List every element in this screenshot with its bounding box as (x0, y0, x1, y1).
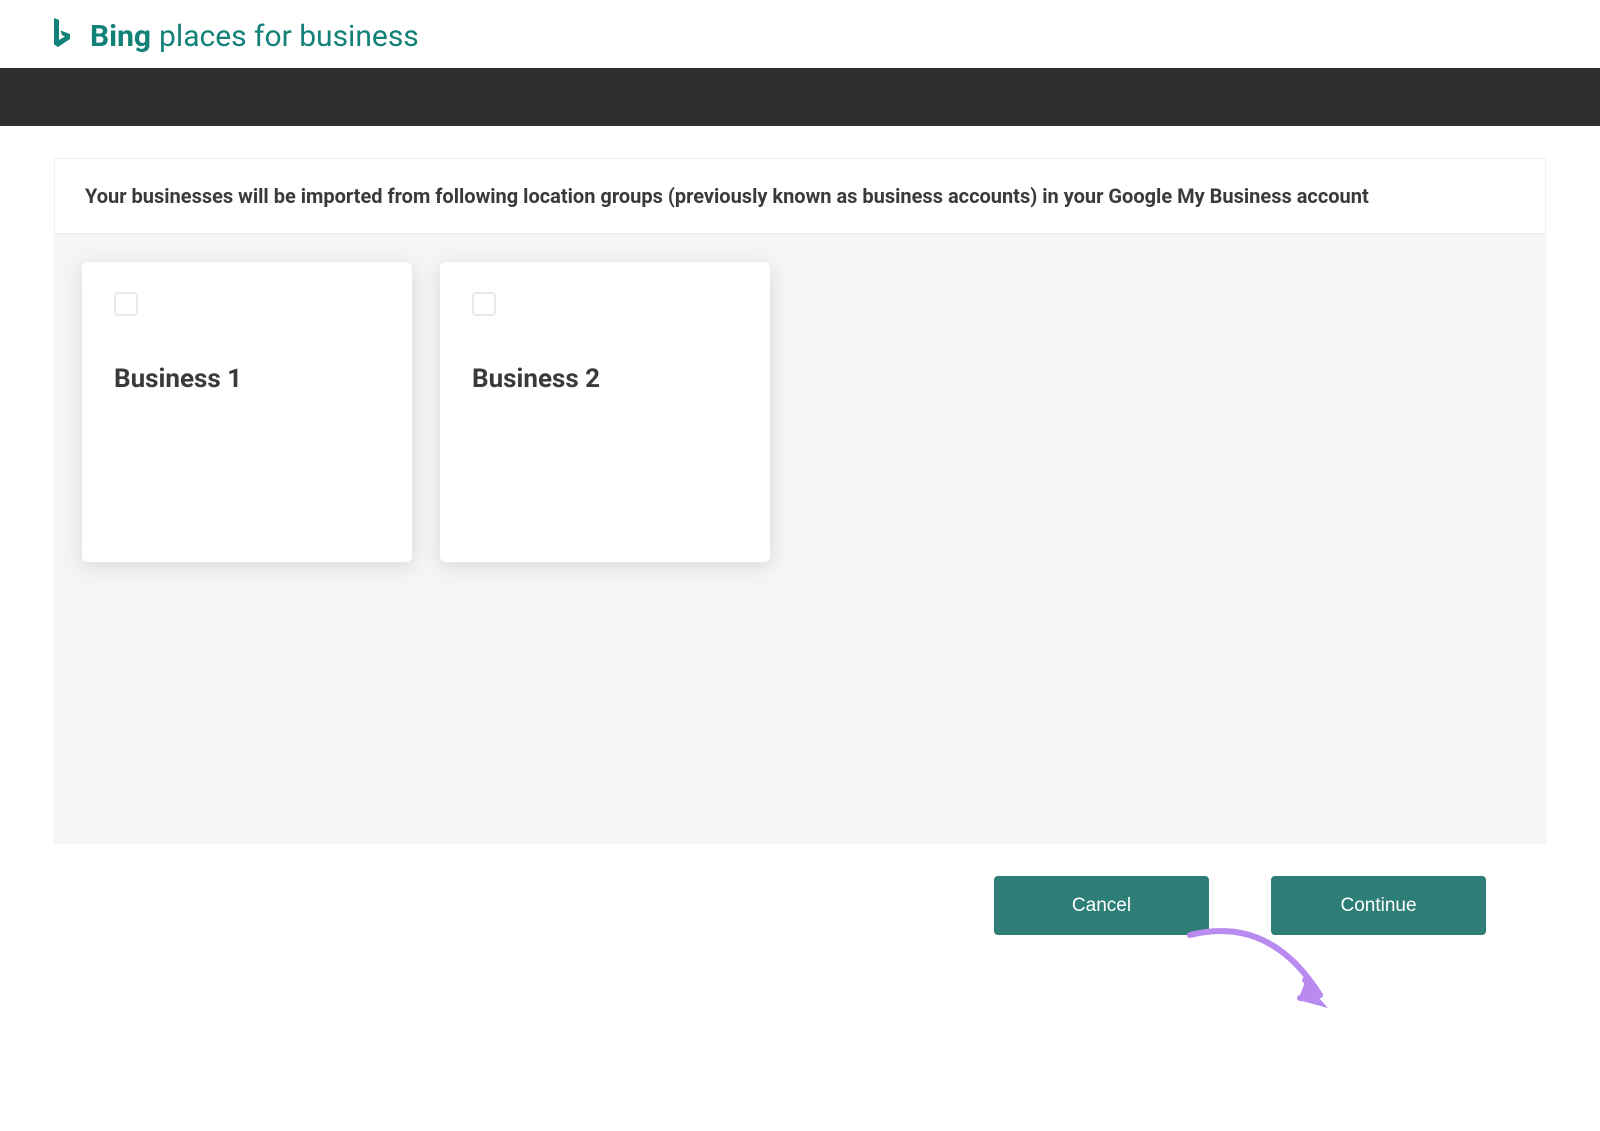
continue-button[interactable]: Continue (1271, 876, 1486, 935)
cancel-button-label: Cancel (1072, 895, 1131, 917)
instruction-text: Your businesses will be imported from fo… (85, 181, 1515, 211)
content-area: Your businesses will be imported from fo… (54, 158, 1546, 967)
footer-bar: Cancel Continue (54, 844, 1546, 967)
business-card-1[interactable]: Business 1 (82, 262, 412, 562)
card-title: Business 1 (114, 364, 380, 394)
brand-name: Bing (90, 19, 151, 54)
main-container: Your businesses will be imported from fo… (0, 126, 1600, 967)
header: Bing places for business (0, 0, 1600, 68)
cards-container: Business 1 Business 2 (54, 234, 1546, 844)
bing-logo-icon (50, 18, 78, 54)
checkbox-business-2[interactable] (472, 292, 496, 316)
business-card-2[interactable]: Business 2 (440, 262, 770, 562)
cancel-button[interactable]: Cancel (994, 876, 1209, 935)
continue-button-label: Continue (1340, 895, 1416, 917)
instruction-panel: Your businesses will be imported from fo… (54, 158, 1546, 234)
brand-tagline: places for business (159, 19, 419, 54)
checkbox-business-1[interactable] (114, 292, 138, 316)
card-title: Business 2 (472, 364, 738, 394)
nav-bar (0, 68, 1600, 126)
